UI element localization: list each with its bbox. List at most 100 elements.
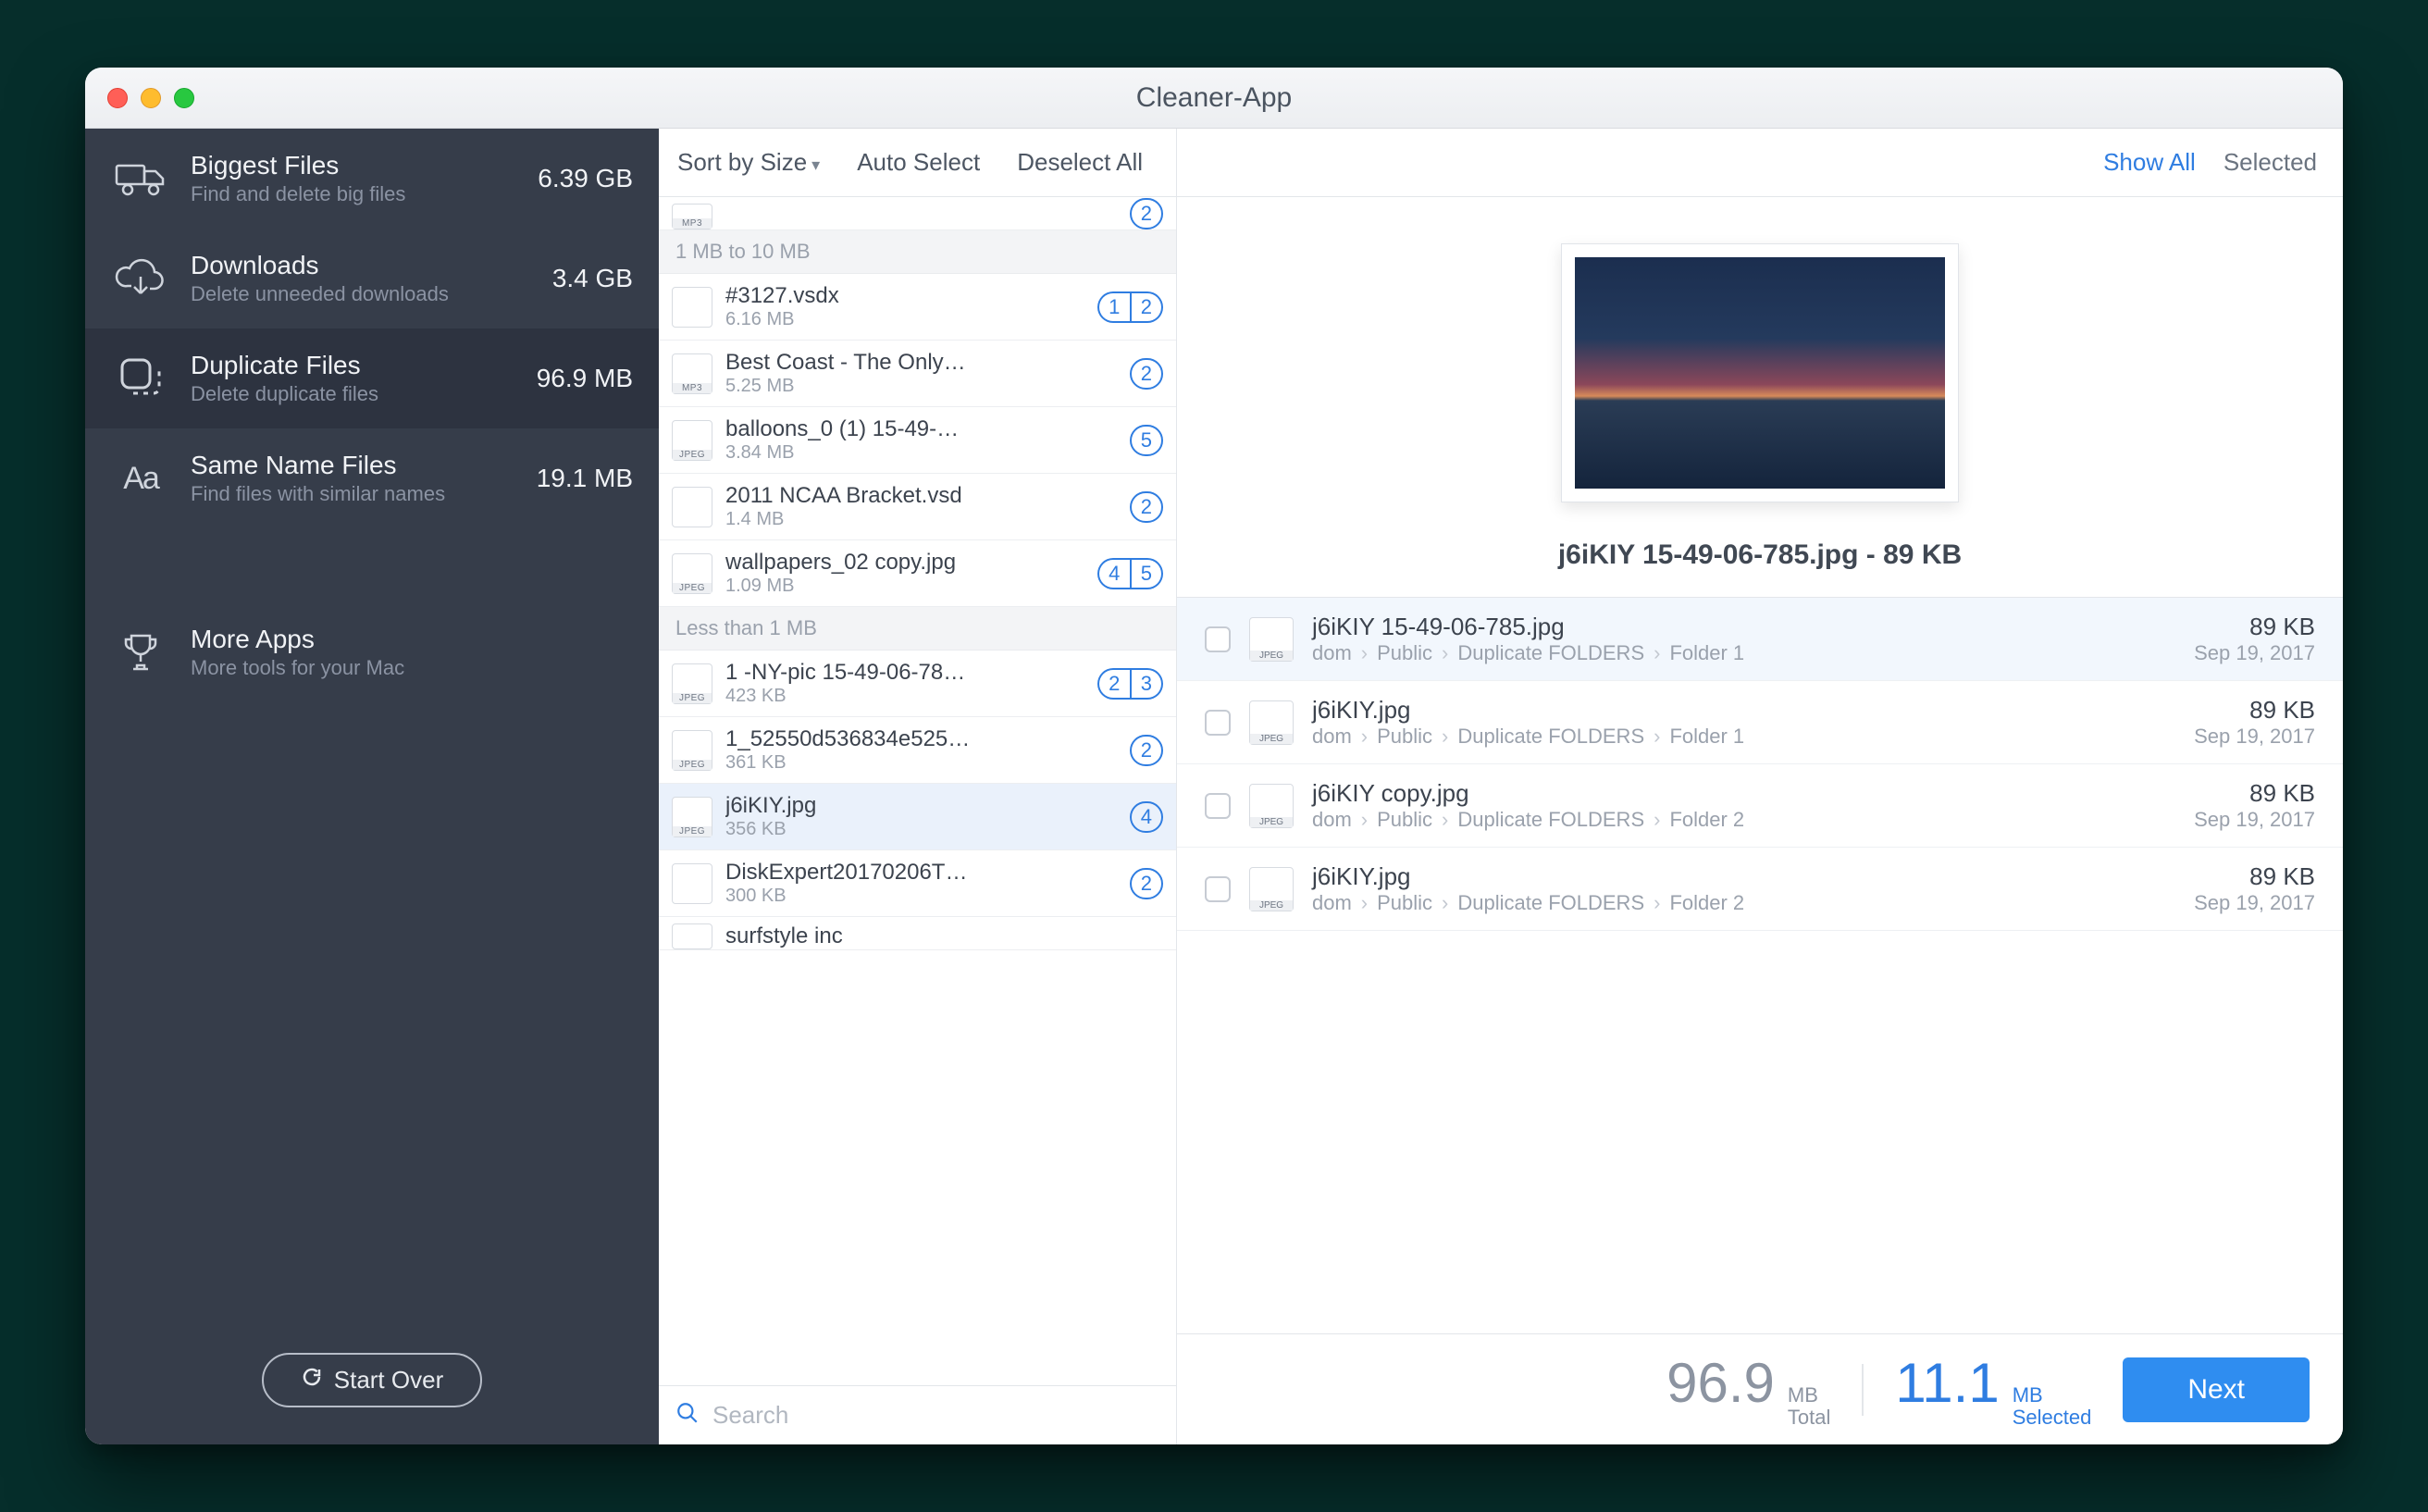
file-icon: MP3 <box>672 204 712 229</box>
close-window-button[interactable] <box>107 88 128 108</box>
minimize-window-button[interactable] <box>141 88 161 108</box>
duplicate-count-badge: 2 <box>1130 491 1163 523</box>
trophy-icon <box>111 623 170 682</box>
group-header: 1 MB to 10 MB <box>659 230 1176 274</box>
file-name: balloons_0 (1) 15-49-… <box>725 416 1117 442</box>
search-input[interactable] <box>712 1401 1159 1430</box>
file-size: 361 KB <box>725 752 1117 774</box>
duplicate-row[interactable]: JPEGj6iKIY copy.jpgdom›Public›Duplicate … <box>1177 764 2343 848</box>
duplicate-row[interactable]: JPEGj6iKIY.jpgdom›Public›Duplicate FOLDE… <box>1177 681 2343 764</box>
file-icon <box>672 923 712 949</box>
cloud-download-icon <box>111 249 170 308</box>
duplicate-size: 89 KB <box>2194 613 2315 641</box>
duplicate-count-badge: 2 <box>1130 358 1163 390</box>
file-icon: JPEG <box>672 553 712 594</box>
sidebar-item-title: Same Name Files <box>191 450 516 481</box>
preview-area: j6iKIY 15-49-06-785.jpg - 89 KB <box>1177 197 2343 597</box>
sidebar-item-value: 6.39 GB <box>538 164 633 193</box>
search-icon <box>675 1401 700 1430</box>
file-row[interactable]: surfstyle inc <box>659 917 1176 950</box>
file-size: 356 KB <box>725 819 1117 840</box>
file-name: surfstyle inc <box>725 923 1163 949</box>
file-row[interactable]: DiskExpert20170206T…300 KB2 <box>659 850 1176 917</box>
file-row[interactable]: 2011 NCAA Bracket.vsd1.4 MB 2 <box>659 474 1176 540</box>
sidebar-item-title: Downloads <box>191 250 532 281</box>
duplicate-row[interactable]: JPEGj6iKIY.jpgdom›Public›Duplicate FOLDE… <box>1177 848 2343 931</box>
duplicate-name: j6iKIY copy.jpg <box>1312 779 2175 808</box>
sidebar-item-value: 19.1 MB <box>537 464 633 493</box>
truck-icon <box>111 149 170 208</box>
sidebar-item-downloads[interactable]: Downloads Delete unneeded downloads 3.4 … <box>85 229 659 328</box>
file-name: wallpapers_02 copy.jpg <box>725 550 1084 576</box>
file-icon: JPEG <box>672 730 712 771</box>
duplicate-size: 89 KB <box>2194 862 2315 891</box>
file-name: 2011 NCAA Bracket.vsd <box>725 483 1117 509</box>
file-name: 1 -NY-pic 15-49-06-78… <box>725 660 1084 686</box>
file-row[interactable]: #3127.vsdx6.16 MB12 <box>659 274 1176 341</box>
sidebar-item-subtitle: Delete duplicate files <box>191 381 516 408</box>
file-row[interactable]: JPEGwallpapers_02 copy.jpg1.09 MB45 <box>659 540 1176 607</box>
duplicate-size: 89 KB <box>2194 779 2315 808</box>
list-toolbar: Sort by Size Auto Select Deselect All <box>659 129 1176 197</box>
select-checkbox[interactable] <box>1205 710 1231 736</box>
file-icon: JPEG <box>1249 700 1294 745</box>
refresh-icon <box>301 1366 323 1394</box>
auto-select-button[interactable]: Auto Select <box>857 148 980 177</box>
selected-filter-button[interactable]: Selected <box>2224 148 2317 177</box>
file-row[interactable]: JPEGj6iKIY.jpg356 KB4 <box>659 784 1176 850</box>
file-row[interactable]: MP310.1 MB2 <box>659 197 1176 230</box>
select-checkbox[interactable] <box>1205 876 1231 902</box>
zoom-window-button[interactable] <box>174 88 194 108</box>
selected-value: 11.1 <box>1895 1351 1999 1415</box>
file-size: 423 KB <box>725 686 1084 707</box>
duplicate-count-badge: 12 <box>1097 291 1163 323</box>
file-row[interactable]: JPEG1_52550d536834e525…361 KB2 <box>659 717 1176 784</box>
duplicate-date: Sep 19, 2017 <box>2194 808 2315 832</box>
file-size: 6.16 MB <box>725 309 1084 330</box>
detail-toolbar: Show All Selected <box>1177 129 2343 197</box>
sidebar-item-value: 3.4 GB <box>552 264 633 293</box>
sort-button[interactable]: Sort by Size <box>677 148 820 177</box>
app-window: Cleaner-App Biggest Files Find and delet… <box>85 68 2343 1444</box>
preview-title: j6iKIY 15-49-06-785.jpg - 89 KB <box>1558 539 1962 571</box>
group-header: Less than 1 MB <box>659 607 1176 651</box>
file-icon: JPEG <box>1249 784 1294 828</box>
sidebar-item-subtitle: More tools for your Mac <box>191 655 633 682</box>
file-size: 1.4 MB <box>725 509 1117 530</box>
next-button[interactable]: Next <box>2123 1357 2310 1422</box>
file-name: j6iKIY.jpg <box>725 793 1117 819</box>
show-all-button[interactable]: Show All <box>2103 148 2196 177</box>
duplicate-path: dom›Public›Duplicate FOLDERS›Folder 1 <box>1312 641 2175 665</box>
duplicate-count-badge: 5 <box>1130 425 1163 456</box>
duplicate-path: dom›Public›Duplicate FOLDERS›Folder 2 <box>1312 891 2175 915</box>
file-icon: JPEG <box>1249 617 1294 662</box>
deselect-all-button[interactable]: Deselect All <box>1017 148 1143 177</box>
start-over-label: Start Over <box>334 1366 443 1394</box>
select-checkbox[interactable] <box>1205 793 1231 819</box>
preview-thumbnail <box>1561 243 1959 502</box>
search-bar <box>659 1385 1176 1444</box>
sidebar-item-value: 96.9 MB <box>537 364 633 393</box>
file-icon: MP3 <box>672 353 712 394</box>
duplicate-row[interactable]: JPEGj6iKIY 15-49-06-785.jpgdom›Public›Du… <box>1177 598 2343 681</box>
duplicate-icon <box>111 349 170 408</box>
sidebar-item-same-name-files[interactable]: Aa Same Name Files Find files with simil… <box>85 428 659 528</box>
sidebar-item-title: More Apps <box>191 624 633 655</box>
sidebar-item-duplicate-files[interactable]: Duplicate Files Delete duplicate files 9… <box>85 328 659 428</box>
select-checkbox[interactable] <box>1205 626 1231 652</box>
file-icon <box>672 287 712 328</box>
sidebar-item-subtitle: Find and delete big files <box>191 181 517 208</box>
file-size: 1.09 MB <box>725 576 1084 597</box>
sidebar-item-subtitle: Delete unneeded downloads <box>191 281 532 308</box>
file-row[interactable]: JPEG1 -NY-pic 15-49-06-78…423 KB23 <box>659 651 1176 717</box>
start-over-button[interactable]: Start Over <box>262 1353 482 1407</box>
file-size: 3.84 MB <box>725 442 1117 464</box>
file-row[interactable]: JPEGballoons_0 (1) 15-49-…3.84 MB5 <box>659 407 1176 474</box>
duplicate-count-badge: 4 <box>1130 801 1163 833</box>
duplicate-count-badge: 23 <box>1097 668 1163 700</box>
sidebar-item-more-apps[interactable]: More Apps More tools for your Mac <box>85 602 659 702</box>
file-row[interactable]: MP3Best Coast - The Only…5.25 MB2 <box>659 341 1176 407</box>
sidebar-item-biggest-files[interactable]: Biggest Files Find and delete big files … <box>85 129 659 229</box>
file-list: MP310.1 MB21 MB to 10 MB#3127.vsdx6.16 M… <box>659 197 1176 1385</box>
file-icon: JPEG <box>1249 867 1294 911</box>
